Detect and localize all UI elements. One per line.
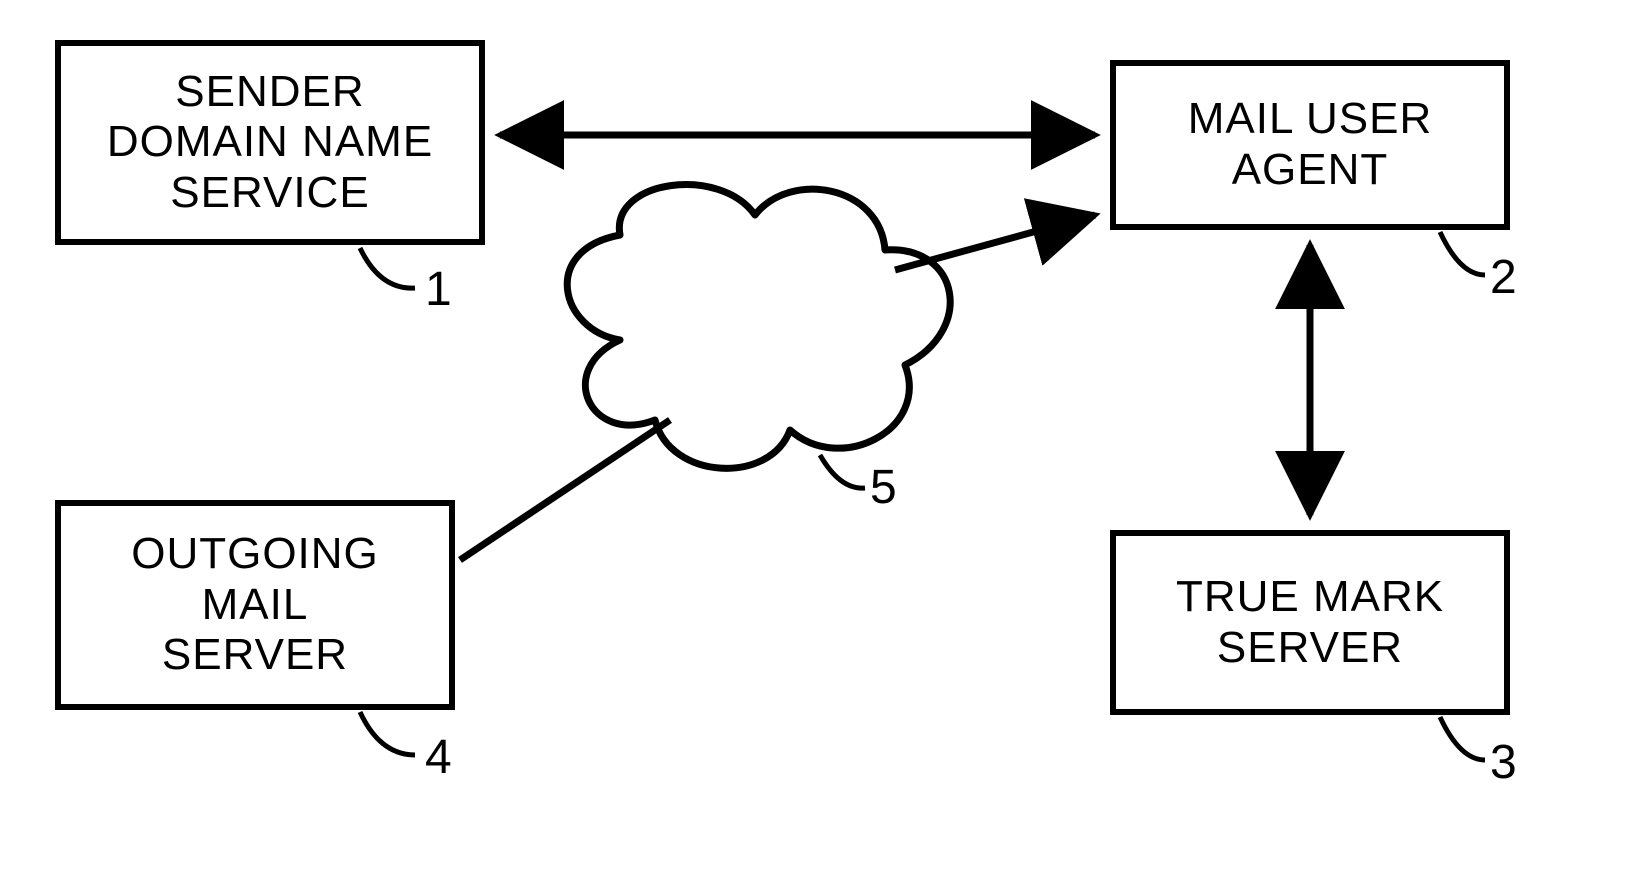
node-sender-dns: SENDERDOMAIN NAMESERVICE	[55, 40, 485, 245]
ref-3: 3	[1490, 735, 1517, 790]
node-label: TRUE MARKSERVER	[1176, 572, 1444, 673]
leader-2	[1440, 232, 1485, 275]
ref-5: 5	[870, 460, 897, 515]
ref-1: 1	[425, 262, 452, 317]
leader-5	[820, 455, 865, 488]
node-mail-user-agent: MAIL USERAGENT	[1110, 60, 1510, 230]
node-label: SENDERDOMAIN NAMESERVICE	[107, 67, 433, 219]
node-true-mark-server: TRUE MARKSERVER	[1110, 530, 1510, 715]
diagram-canvas: SENDERDOMAIN NAMESERVICE MAIL USERAGENT …	[0, 0, 1627, 891]
leader-1	[360, 248, 415, 288]
edge-cloud-mua	[895, 215, 1095, 270]
edge-outgoing-cloud	[460, 420, 670, 560]
node-label: OUTGOINGMAILSERVER	[131, 529, 379, 681]
ref-4: 4	[425, 730, 452, 785]
ref-2: 2	[1490, 250, 1517, 305]
node-outgoing-mail-server: OUTGOINGMAILSERVER	[55, 500, 455, 710]
node-label: MAIL USERAGENT	[1188, 94, 1433, 195]
leader-3	[1440, 717, 1485, 760]
cloud-icon	[567, 185, 950, 469]
leader-4	[360, 712, 415, 755]
